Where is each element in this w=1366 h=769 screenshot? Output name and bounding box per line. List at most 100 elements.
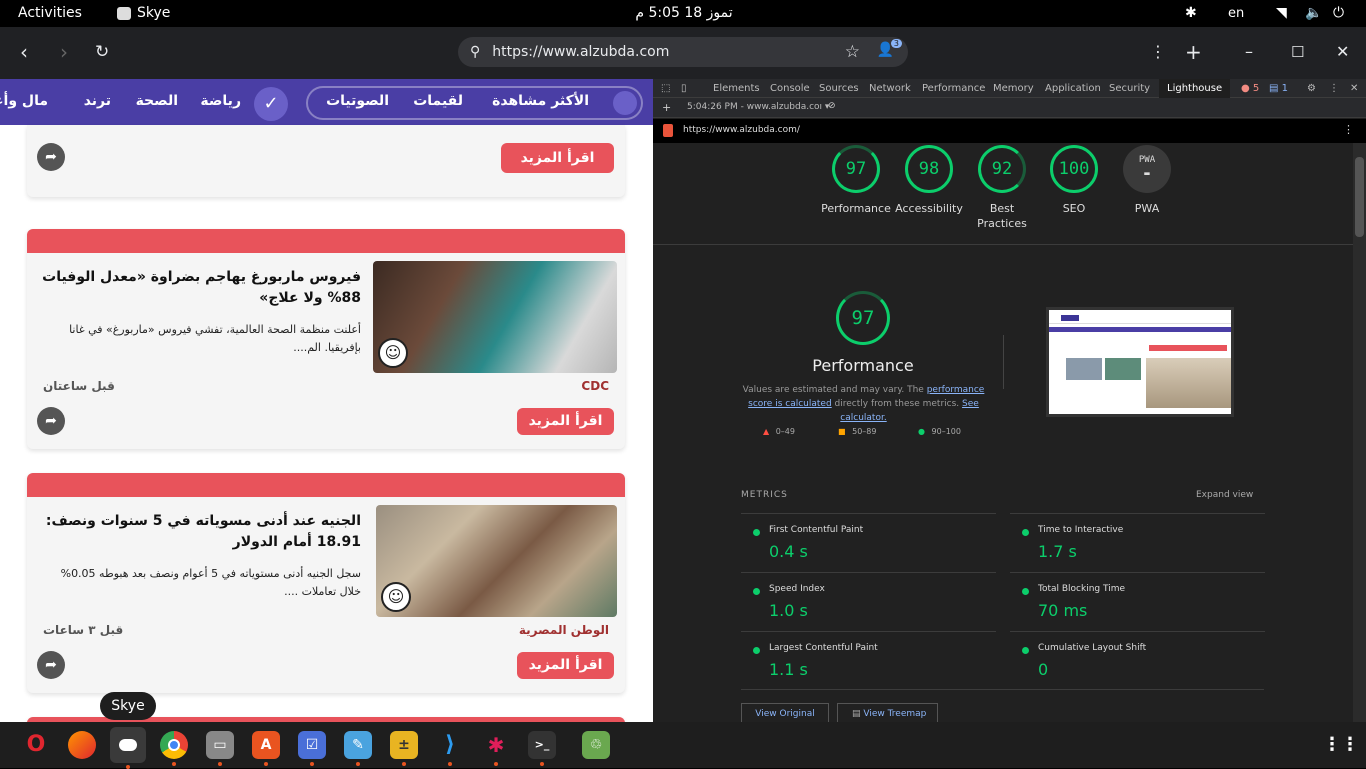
reaction-emoji-icon[interactable]: ☺ bbox=[381, 582, 411, 612]
language-indicator[interactable]: en bbox=[1228, 6, 1244, 21]
files-icon[interactable]: ▭ bbox=[206, 731, 234, 766]
trash-icon[interactable]: ♲ bbox=[582, 731, 610, 759]
nav-item-audio[interactable]: الصوتيات bbox=[326, 93, 389, 109]
search-icon: ⚲ bbox=[470, 44, 481, 60]
message-count-badge[interactable]: ▤ 1 bbox=[1269, 83, 1288, 94]
article-source[interactable]: الوطن المصرية bbox=[519, 623, 609, 637]
score-gauge-best-practices[interactable]: 92 Best Practices bbox=[967, 145, 1037, 231]
software-center-icon[interactable]: A bbox=[252, 731, 280, 766]
forward-arrow-icon[interactable]: › bbox=[60, 41, 68, 63]
tab-memory[interactable]: Memory bbox=[993, 83, 1034, 94]
dock: O ▭ A ☑ ✎ ± ⟩ ✱ >_ ♲ ⋮⋮ bbox=[0, 722, 1366, 769]
score-gauge-accessibility[interactable]: 98 Accessibility bbox=[894, 145, 964, 216]
tab-security[interactable]: Security bbox=[1109, 83, 1150, 94]
article-title[interactable]: الجنيه عند أدنى مسوياته في 5 سنوات ونصف:… bbox=[39, 511, 361, 553]
todo-icon[interactable]: ☑ bbox=[298, 731, 326, 766]
article-card[interactable]: ☺ الجنيه عند أدنى مسوياته في 5 سنوات ونص… bbox=[27, 473, 625, 693]
error-count-badge[interactable]: ● 5 bbox=[1241, 83, 1259, 94]
inspect-element-icon[interactable]: ⬚ bbox=[661, 83, 670, 94]
check-icon[interactable]: ✓ bbox=[254, 87, 288, 121]
chrome-icon[interactable] bbox=[160, 731, 188, 766]
report-url[interactable]: https://www.alzubda.com/ bbox=[683, 125, 800, 135]
nav-item-most-viewed[interactable]: الأكثر مشاهدة bbox=[492, 93, 589, 109]
score-gauge-performance[interactable]: 97 Performance bbox=[821, 145, 891, 216]
maximize-icon[interactable]: ☐ bbox=[1291, 41, 1304, 63]
active-app-menu[interactable]: Skye bbox=[117, 5, 170, 21]
tab-console[interactable]: Console bbox=[770, 83, 810, 94]
metric-name: First Contentful Paint bbox=[769, 525, 864, 535]
wifi-icon[interactable]: ◥ bbox=[1276, 5, 1287, 21]
nav-item-bites[interactable]: لقيمات bbox=[413, 93, 463, 109]
volume-icon[interactable]: 🔈 bbox=[1305, 5, 1322, 21]
firefox-icon[interactable] bbox=[68, 731, 96, 759]
nav-item-business[interactable]: مال وأعمال bbox=[0, 93, 48, 109]
text-editor-icon[interactable]: ✎ bbox=[344, 731, 372, 766]
pwa-badge: PWA ▬ bbox=[1123, 145, 1171, 193]
show-apps-grid-icon[interactable]: ⋮⋮ bbox=[1323, 731, 1359, 759]
power-icon[interactable]: ⏻ bbox=[1333, 5, 1344, 21]
divider bbox=[741, 689, 1264, 690]
tab-network[interactable]: Network bbox=[869, 83, 911, 94]
read-more-button[interactable]: اقرأ المزيد bbox=[517, 408, 614, 435]
score-gauge-seo[interactable]: 100 SEO bbox=[1039, 145, 1109, 216]
report-menu-icon[interactable]: ⋮ bbox=[1343, 123, 1354, 136]
opera-icon[interactable]: O bbox=[22, 731, 50, 759]
main-score-label: Performance bbox=[812, 356, 914, 375]
report-selector[interactable]: 5:04:26 PM - www.alzubda.coı ▾ bbox=[687, 102, 829, 112]
scrollbar-thumb[interactable] bbox=[1355, 157, 1364, 237]
devtools-menu-icon[interactable]: ⋮ bbox=[1329, 83, 1339, 94]
tab-lighthouse[interactable]: Lighthouse bbox=[1159, 79, 1231, 98]
nav-item-trend[interactable]: ترند bbox=[84, 93, 111, 109]
clock[interactable]: تموز 18 5:05 م bbox=[634, 5, 734, 21]
new-tab-icon[interactable]: + bbox=[1185, 41, 1202, 63]
slack-tray-icon[interactable]: ✱ bbox=[1185, 5, 1197, 21]
activities-button[interactable]: Activities bbox=[18, 5, 82, 21]
calculator-icon[interactable]: ± bbox=[390, 731, 418, 766]
reload-icon[interactable]: ↻ bbox=[95, 41, 109, 63]
back-arrow-icon[interactable]: ‹ bbox=[20, 41, 28, 63]
share-icon[interactable]: ➦ bbox=[37, 143, 65, 171]
read-more-button[interactable]: اقرأ المزيد bbox=[517, 652, 614, 679]
clear-reports-icon[interactable]: ⊘ bbox=[828, 101, 836, 111]
devtools-scrollbar[interactable] bbox=[1353, 143, 1366, 722]
minimize-icon[interactable]: – bbox=[1245, 41, 1253, 63]
metric-name: Largest Contentful Paint bbox=[769, 643, 878, 653]
vscode-icon[interactable]: ⟩ bbox=[436, 731, 464, 766]
settings-gear-icon[interactable]: ⚙ bbox=[1307, 83, 1316, 94]
nav-item-sports[interactable]: رياضة bbox=[200, 93, 241, 109]
tab-elements[interactable]: Elements bbox=[713, 83, 760, 94]
page-screenshot-thumbnail[interactable] bbox=[1046, 307, 1234, 417]
close-devtools-icon[interactable]: ✕ bbox=[1350, 83, 1358, 94]
tab-performance[interactable]: Performance bbox=[922, 83, 985, 94]
device-toolbar-icon[interactable]: ▯ bbox=[681, 83, 687, 94]
read-more-button[interactable]: اقرأ المزيد bbox=[501, 143, 614, 173]
new-report-icon[interactable]: + bbox=[662, 101, 671, 114]
reaction-emoji-icon[interactable]: ☺ bbox=[378, 338, 408, 368]
terminal-icon[interactable]: >_ bbox=[528, 731, 556, 766]
tab-application[interactable]: Application bbox=[1045, 83, 1101, 94]
tab-sources[interactable]: Sources bbox=[819, 83, 859, 94]
slack-icon[interactable]: ✱ bbox=[482, 731, 510, 766]
article-card[interactable]: ☺ فيروس ماربورغ يهاجم بضراوة «معدل الوفي… bbox=[27, 229, 625, 449]
view-treemap-button[interactable]: ▤ View Treemap bbox=[837, 703, 938, 722]
site-navigation: الأكثر مشاهدة لقيمات الصوتيات ✓ رياضة ال… bbox=[0, 79, 653, 125]
share-icon[interactable]: ➦ bbox=[37, 407, 65, 435]
close-window-icon[interactable]: ✕ bbox=[1336, 41, 1349, 63]
address-bar[interactable]: ⚲ https://www.alzubda.com ☆ 👤 3 bbox=[458, 37, 908, 67]
error-count: 5 bbox=[1252, 83, 1260, 94]
browser-menu-icon[interactable]: ⋮ bbox=[1150, 41, 1166, 63]
score-label: Accessibility bbox=[895, 202, 963, 215]
nav-item-health[interactable]: الصحة bbox=[136, 93, 178, 109]
share-icon[interactable]: ➦ bbox=[37, 651, 65, 679]
nav-toggle-icon[interactable] bbox=[613, 91, 637, 115]
article-image[interactable]: ☺ bbox=[373, 261, 617, 373]
expand-view-toggle[interactable]: Expand view bbox=[1196, 490, 1253, 500]
bookmark-star-icon[interactable]: ☆ bbox=[845, 42, 860, 62]
article-title[interactable]: فيروس ماربورغ يهاجم بضراوة «معدل الوفيات… bbox=[39, 267, 361, 309]
view-original-trace-button[interactable]: View Original Trace bbox=[741, 703, 829, 722]
article-image[interactable]: ☺ bbox=[376, 505, 617, 617]
article-source[interactable]: CDC bbox=[581, 379, 609, 393]
skye-icon[interactable] bbox=[110, 727, 146, 769]
score-gauge-pwa[interactable]: PWA ▬ PWA bbox=[1112, 145, 1182, 216]
score-ring: 98 bbox=[905, 145, 953, 193]
